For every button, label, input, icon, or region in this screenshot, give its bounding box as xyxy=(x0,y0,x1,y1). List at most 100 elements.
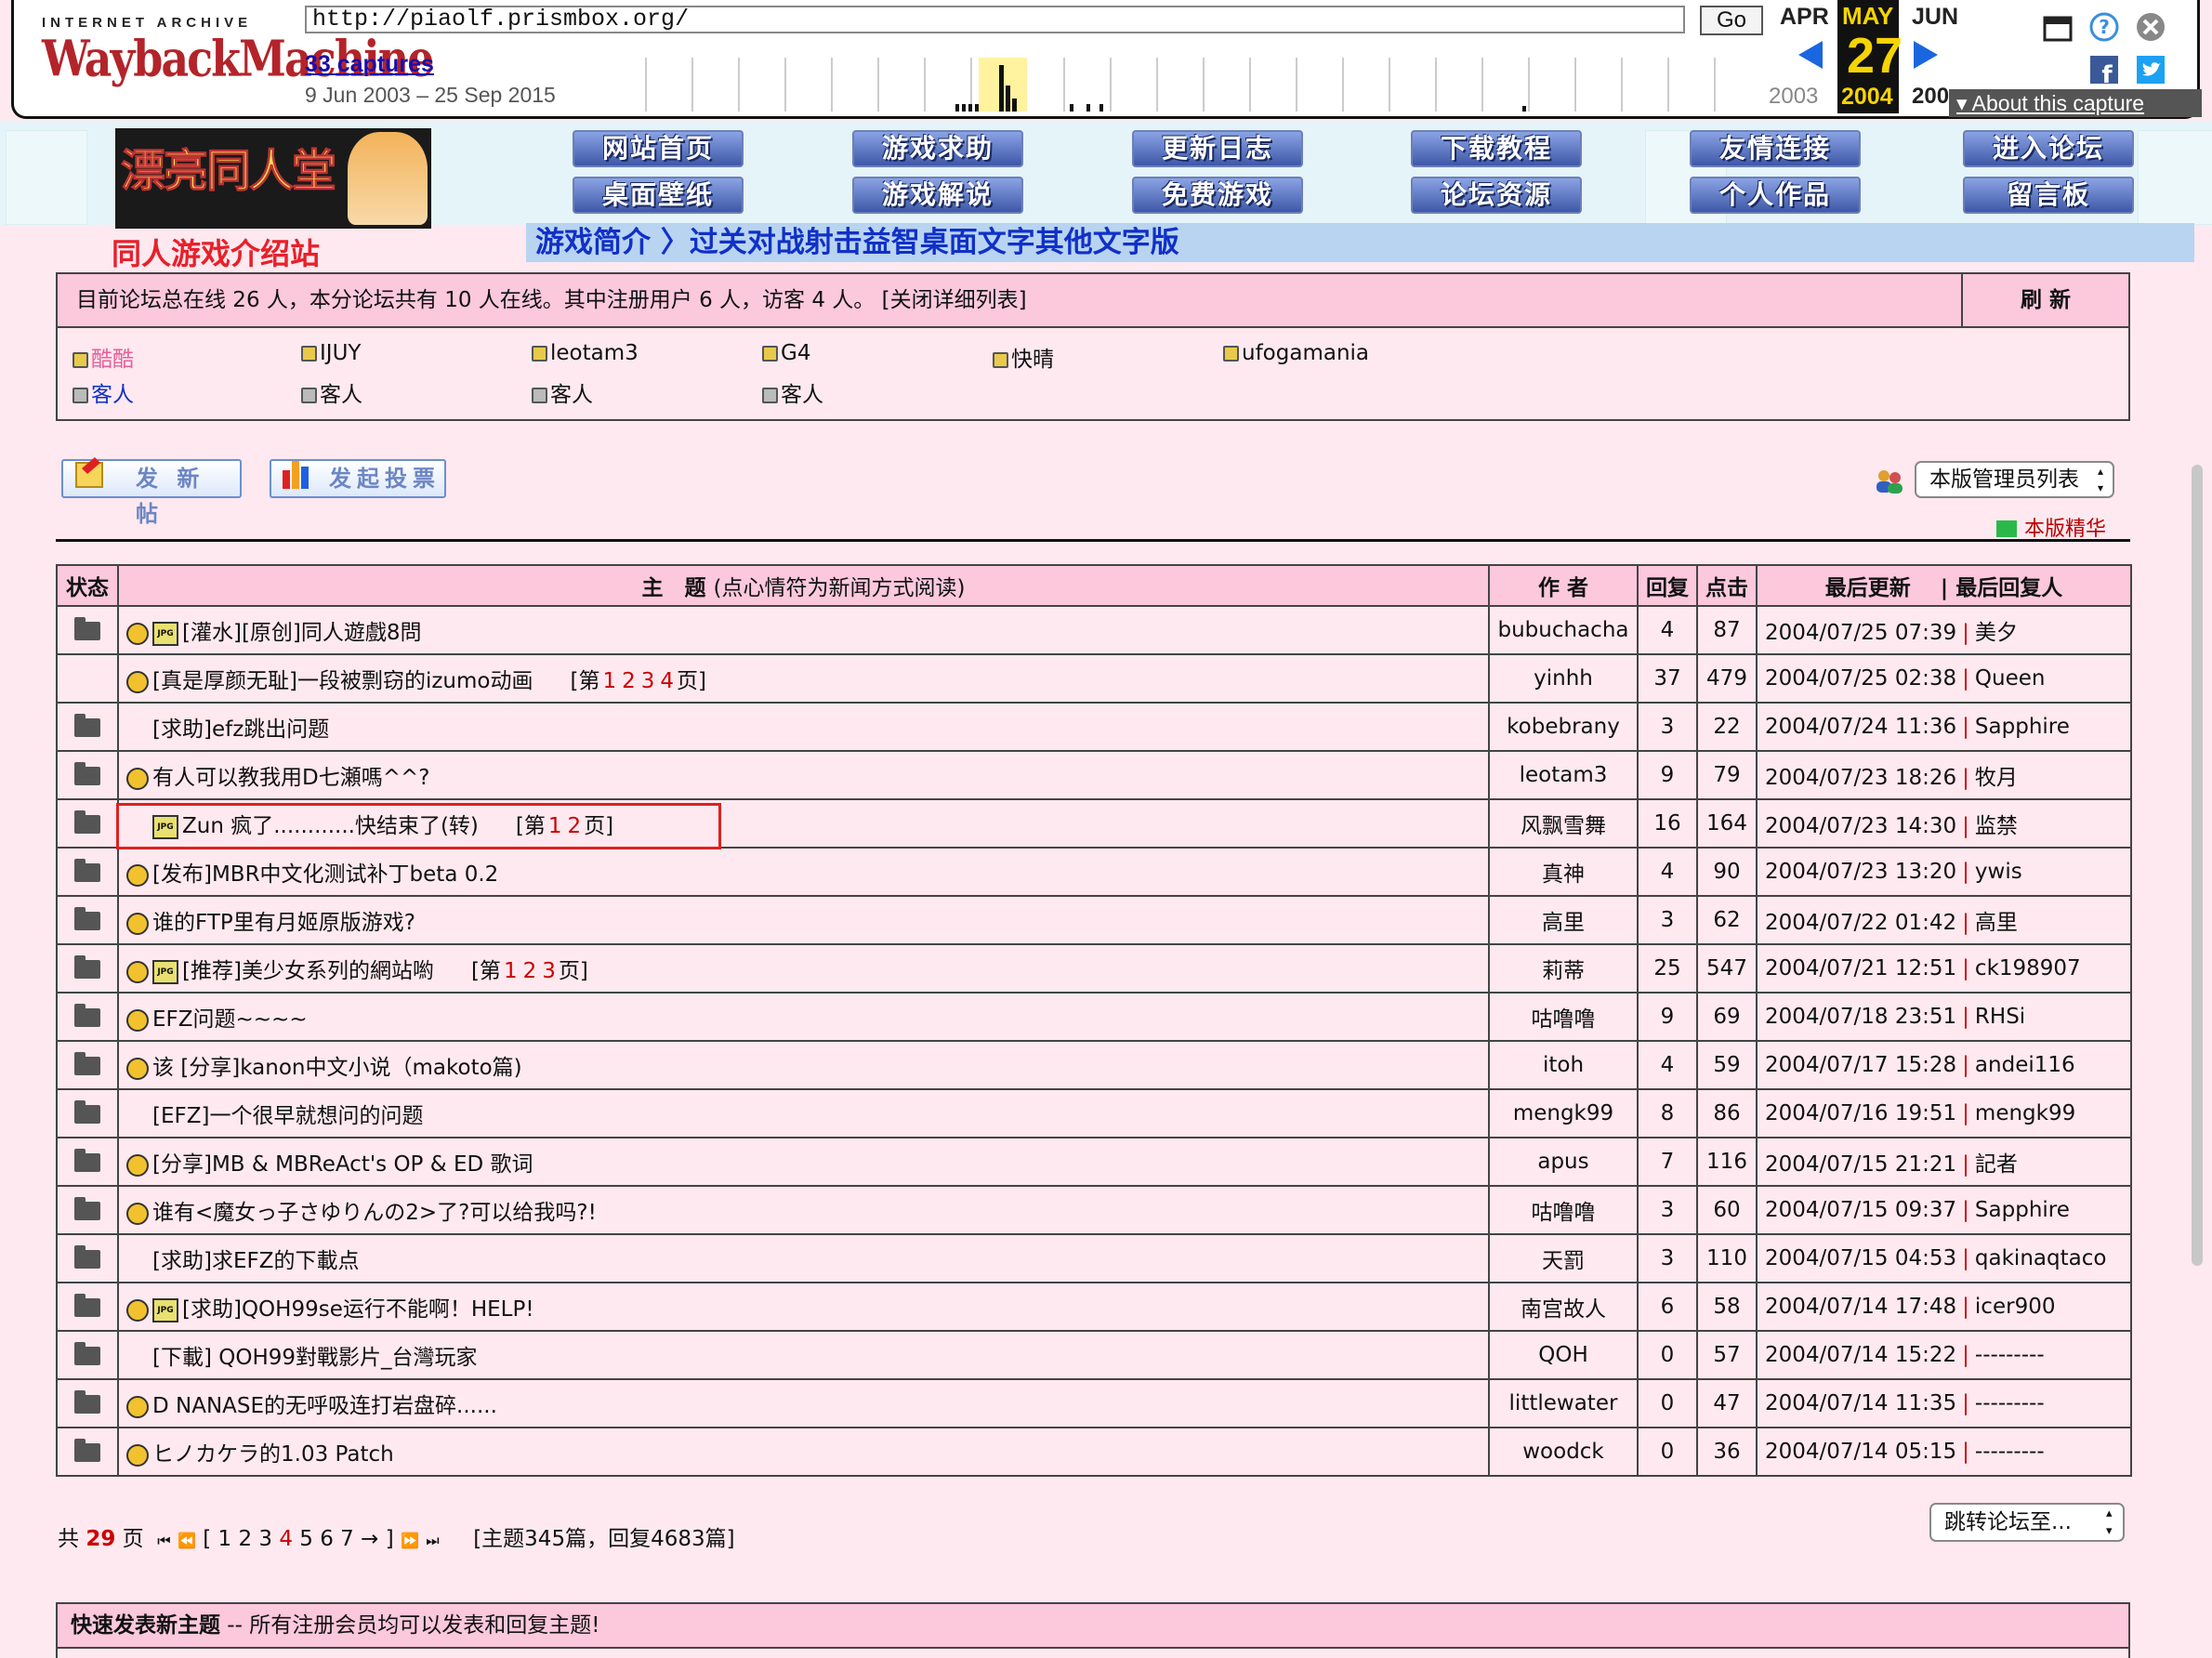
last-update-date[interactable]: 2004/07/23 13:20 xyxy=(1765,860,1956,884)
nav-button-10[interactable]: 个人作品 xyxy=(1690,177,1861,214)
wayback-go-button[interactable]: Go xyxy=(1700,6,1763,35)
mood-icon[interactable] xyxy=(126,1298,149,1322)
page-links-before[interactable]: [ 1 2 3 xyxy=(203,1527,272,1551)
online-user[interactable]: 酷酷 xyxy=(72,341,134,373)
help-icon[interactable]: ? xyxy=(2088,11,2120,43)
author-link[interactable]: bubuchacha xyxy=(1488,605,1639,655)
scrollbar[interactable] xyxy=(2192,465,2203,1266)
window-icon[interactable] xyxy=(2042,13,2074,45)
thread-page-link[interactable]: 2 xyxy=(523,959,537,983)
last-update-date[interactable]: 2004/07/24 11:36 xyxy=(1765,715,1956,739)
last-update-date[interactable]: 2004/07/14 15:22 xyxy=(1765,1343,1956,1367)
online-user[interactable]: ufogamania xyxy=(1223,341,1369,365)
online-user[interactable]: leotam3 xyxy=(532,341,639,365)
wayback-prev-arrow-icon[interactable] xyxy=(1797,39,1824,71)
author-link[interactable]: kobebrany xyxy=(1488,702,1639,752)
mood-icon[interactable] xyxy=(126,670,149,693)
author-link[interactable]: itoh xyxy=(1488,1040,1639,1090)
thread-title-link[interactable]: D NANASE的无呼吸连打岩盘碎...... xyxy=(152,1394,497,1418)
thread-page-link[interactable]: 4 xyxy=(660,669,674,693)
mood-icon[interactable] xyxy=(126,1057,149,1080)
last-replier-link[interactable]: qakinaqtaco xyxy=(1975,1246,2107,1270)
nav-button-1[interactable]: 游戏求助 xyxy=(852,130,1023,167)
refresh-button[interactable]: 刷 新 xyxy=(1961,274,2128,326)
wayback-logo[interactable]: INTERNET ARCHIVE WaybackMachine xyxy=(42,15,434,99)
online-user[interactable]: 客人 xyxy=(72,376,134,408)
thread-title-link[interactable]: [下載] QOH99對戰影片_台灣玩家 xyxy=(152,1346,478,1370)
mood-icon[interactable] xyxy=(126,960,149,983)
mood-icon[interactable] xyxy=(126,767,149,790)
wayback-captures-link[interactable]: 33 captures xyxy=(305,51,434,78)
author-link[interactable]: 风飘雪舞 xyxy=(1488,798,1639,849)
author-link[interactable]: 真神 xyxy=(1488,847,1639,897)
mood-icon[interactable] xyxy=(126,863,149,887)
last-replier-link[interactable]: icer900 xyxy=(1975,1295,2056,1319)
nav-button-9[interactable]: 论坛资源 xyxy=(1411,177,1582,214)
last-replier-link[interactable]: ck198907 xyxy=(1975,956,2081,980)
last-update-date[interactable]: 2004/07/23 18:26 xyxy=(1765,766,1956,790)
mood-icon[interactable] xyxy=(126,912,149,935)
thread-title-link[interactable]: [求助]efz跳出问题 xyxy=(152,717,329,742)
thread-title-link[interactable]: 该 [分享]kanon中文小说（makoto篇) xyxy=(152,1056,522,1080)
last-update-date[interactable]: 2004/07/16 19:51 xyxy=(1765,1101,1956,1125)
mood-icon[interactable] xyxy=(126,1008,149,1032)
last-replier-link[interactable]: Queen xyxy=(1975,666,2046,691)
last-replier-link[interactable]: ywis xyxy=(1975,860,2022,884)
featured-link[interactable]: 本版精华 xyxy=(1996,512,2106,542)
author-link[interactable]: 咕噜噜 xyxy=(1488,992,1639,1042)
last-page-icon[interactable]: ⏭ xyxy=(426,1532,439,1549)
author-link[interactable]: mengk99 xyxy=(1488,1088,1639,1138)
author-link[interactable]: littlewater xyxy=(1488,1378,1639,1428)
last-replier-link[interactable]: Sapphire xyxy=(1975,715,2070,739)
last-update-date[interactable]: 2004/07/14 17:48 xyxy=(1765,1295,1956,1319)
author-link[interactable]: 咕噜噜 xyxy=(1488,1185,1639,1235)
thread-title-link[interactable]: 谁的FTP里有月姬原版游戏? xyxy=(152,911,415,935)
last-update-date[interactable]: 2004/07/25 07:39 xyxy=(1765,621,1956,645)
online-user[interactable]: IJUY xyxy=(301,341,361,365)
nav-button-6[interactable]: 桌面壁纸 xyxy=(573,177,744,214)
last-update-date[interactable]: 2004/07/14 05:15 xyxy=(1765,1440,1956,1464)
wayback-next-arrow-icon[interactable] xyxy=(1912,39,1940,71)
moderator-list-select[interactable]: 本版管理员列表 xyxy=(1915,461,2114,498)
thread-page-link[interactable]: 2 xyxy=(622,669,636,693)
wayback-next-year[interactable]: 200 xyxy=(1912,84,1949,110)
thread-page-link[interactable]: 1 xyxy=(504,959,518,983)
author-link[interactable]: yinhh xyxy=(1488,653,1639,704)
header-topic-note[interactable]: (点心情符为新闻方式阅读) xyxy=(714,576,966,600)
next-page-icon[interactable]: ⏩ xyxy=(401,1532,419,1549)
author-link[interactable]: apus xyxy=(1488,1137,1639,1187)
twitter-icon[interactable] xyxy=(2135,54,2166,86)
wayback-next-month[interactable]: JUN xyxy=(1912,4,1958,31)
author-link[interactable]: 南宫故人 xyxy=(1488,1282,1639,1332)
last-replier-link[interactable]: andei116 xyxy=(1975,1053,2075,1077)
thread-title-link[interactable]: 谁有<魔女っ子さゆりんの2>了?可以给我吗?! xyxy=(152,1201,597,1225)
last-update-date[interactable]: 2004/07/15 21:21 xyxy=(1765,1152,1956,1177)
thread-title-link[interactable]: [灌水][原创]同人遊戲8問 xyxy=(182,621,422,645)
last-replier-link[interactable]: mengk99 xyxy=(1975,1101,2075,1125)
page-links-after[interactable]: 5 6 7 → ] xyxy=(299,1527,393,1551)
last-update-date[interactable]: 2004/07/15 09:37 xyxy=(1765,1198,1956,1222)
online-user[interactable]: G4 xyxy=(762,341,810,365)
category-nav[interactable]: 游戏简介 〉过关对战射击益智桌面文字其他文字版 xyxy=(526,223,2194,262)
site-logo[interactable]: 漂亮同人堂 xyxy=(115,128,431,229)
online-user[interactable]: 客人 xyxy=(762,376,823,408)
author-link[interactable]: 莉蒂 xyxy=(1488,943,1639,993)
author-link[interactable]: QOH xyxy=(1488,1330,1639,1380)
mood-icon[interactable] xyxy=(126,1153,149,1177)
nav-button-5[interactable]: 进入论坛 xyxy=(1963,130,2134,167)
last-update-date[interactable]: 2004/07/23 14:30 xyxy=(1765,814,1956,838)
last-replier-link[interactable]: --------- xyxy=(1975,1343,2045,1367)
nav-button-11[interactable]: 留言板 xyxy=(1963,177,2134,214)
thread-page-link[interactable]: 3 xyxy=(542,959,556,983)
nav-button-2[interactable]: 更新日志 xyxy=(1132,130,1303,167)
last-replier-link[interactable]: 美夕 xyxy=(1975,621,2018,645)
author-link[interactable]: woodck xyxy=(1488,1427,1639,1477)
mood-icon[interactable] xyxy=(126,1395,149,1418)
nav-button-4[interactable]: 友情连接 xyxy=(1690,130,1861,167)
last-update-date[interactable]: 2004/07/15 04:53 xyxy=(1765,1246,1956,1270)
first-page-icon[interactable]: ⏮ xyxy=(157,1532,170,1549)
facebook-icon[interactable]: f xyxy=(2088,54,2120,86)
wayback-capture-sparkline[interactable] xyxy=(609,58,1766,113)
last-update-date[interactable]: 2004/07/18 23:51 xyxy=(1765,1005,1956,1029)
wayback-url-input[interactable]: http://piaolf.prismbox.org/ xyxy=(305,6,1685,33)
